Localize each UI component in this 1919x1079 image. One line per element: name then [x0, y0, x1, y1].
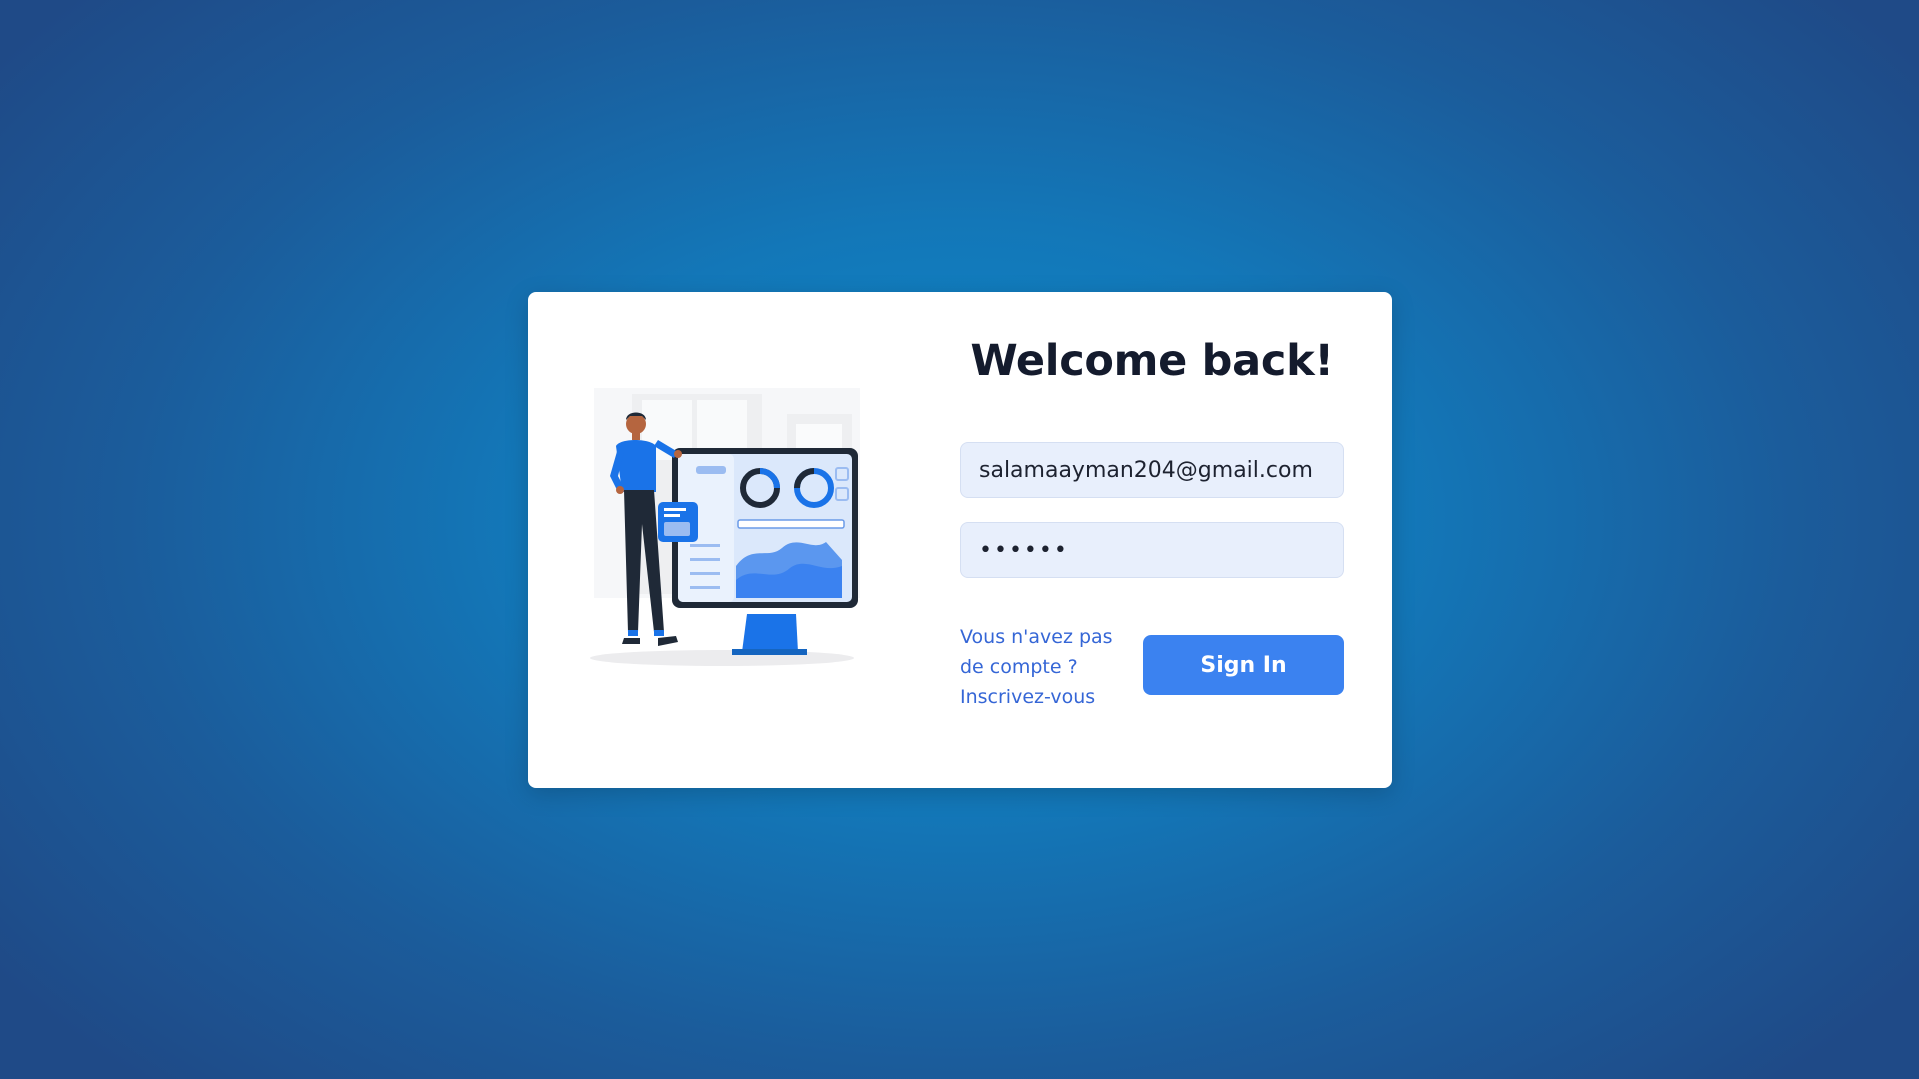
sign-in-button[interactable]: Sign In [1143, 635, 1344, 695]
login-card: Welcome back! Vous n'avez pas de compte … [528, 292, 1392, 788]
dashboard-illustration [590, 388, 860, 666]
signup-link[interactable]: Vous n'avez pas de compte ? Inscrivez-vo… [960, 622, 1142, 712]
password-field[interactable] [960, 522, 1344, 578]
page-title: Welcome back! [970, 336, 1334, 386]
email-field[interactable] [960, 442, 1344, 498]
